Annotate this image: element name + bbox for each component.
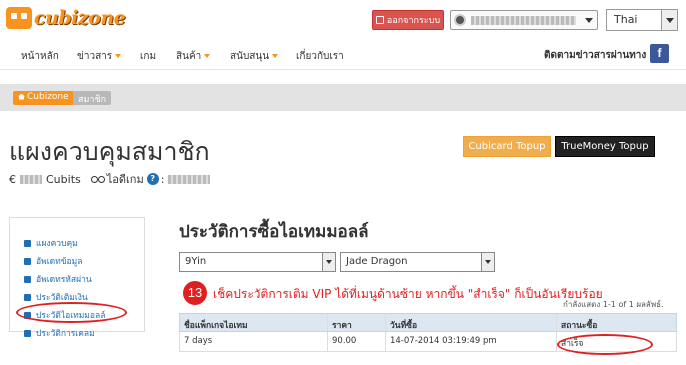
gift-icon — [24, 329, 31, 337]
euro-icon: € — [9, 172, 16, 186]
logo-text: cubizone — [34, 7, 126, 29]
chevron-down-icon — [585, 18, 593, 23]
section-title: ประวัติการซื้อไอเทมมอลล์ — [179, 222, 369, 242]
logout-icon — [375, 16, 384, 24]
column-header[interactable]: สถานะซื้อ — [557, 314, 676, 331]
cubits-label: Cubits — [46, 172, 81, 186]
game-select[interactable]: 9Yin — [179, 252, 336, 272]
edit-icon — [24, 257, 31, 265]
sidebar-item-label: อัพเดทรหัสผ่าน — [36, 275, 92, 285]
annotation-ellipse-status — [557, 334, 653, 355]
help-icon[interactable]: ? — [146, 173, 159, 185]
nav-item-about[interactable]: เกี่ยวกับเรา — [296, 49, 344, 64]
dropdown-caret-icon — [115, 54, 122, 58]
logout-button[interactable]: ออกจากระบบ — [372, 10, 444, 30]
header: cubizone ออกจากระบบ Thai — [0, 0, 686, 40]
home-icon — [24, 239, 31, 247]
separator: : — [160, 172, 165, 186]
sidebar-item-dashboard[interactable]: แผงควบคุม — [24, 236, 78, 250]
column-header[interactable]: วันที่ซื้อ — [386, 314, 557, 331]
page-title: แผงควบคุมสมาชิก — [9, 137, 210, 166]
column-header[interactable]: ชื่อแพ็กเกจไอเทม — [180, 314, 328, 331]
key-icon — [24, 275, 31, 283]
dropdown-caret-icon — [204, 54, 211, 58]
language-select[interactable]: Thai — [606, 9, 678, 31]
sidebar-item-update-password[interactable]: อัพเดทรหัสผ่าน — [24, 272, 92, 286]
nav-label: หน้าหลัก — [21, 51, 59, 62]
sidebar-item-update-info[interactable]: อัพเดทข้อมูล — [24, 254, 82, 268]
nav-item-support[interactable]: สนับสนุน — [230, 49, 279, 64]
masked-username — [471, 15, 576, 25]
cubizone-logo[interactable]: cubizone — [6, 7, 126, 29]
main-nav: หน้าหลัก ข่าวสาร เกม สินค้า สนับสนุน เกี… — [0, 40, 686, 70]
breadcrumb: Cubizone สมาชิก — [0, 84, 686, 111]
nav-label: เกม — [140, 51, 157, 62]
table-cell: 90.00 — [328, 332, 386, 351]
breadcrumb-home-label: Cubizone — [27, 92, 69, 102]
nav-label: สนับสนุน — [230, 51, 270, 62]
nav-label: สินค้า — [176, 51, 202, 62]
select-arrow-icon — [481, 253, 494, 271]
game-id-label: ไอดีเกม — [106, 173, 144, 186]
nav-item-home[interactable]: หน้าหลัก — [21, 49, 59, 64]
select-arrow-icon — [322, 253, 335, 271]
member-stats: € Cubits ไอดีเกม ? : — [9, 170, 211, 188]
sidebar-item-label: อัพเดทข้อมูล — [36, 257, 83, 267]
table-cell: 14-07-2014 03:19:49 pm — [386, 332, 557, 351]
masked-cubits-value — [20, 174, 42, 184]
dropdown-caret-icon — [272, 54, 279, 58]
home-icon — [18, 93, 25, 100]
nav-label: เกี่ยวกับเรา — [296, 51, 344, 62]
column-header[interactable]: ราคา — [328, 314, 386, 331]
server-select[interactable]: Jade Dragon — [340, 252, 495, 272]
annotation-ellipse-sidebar — [16, 302, 127, 323]
avatar-icon — [454, 14, 466, 26]
step-number-badge: 13 — [183, 281, 207, 305]
server-select-value: Jade Dragon — [346, 256, 408, 267]
language-value: Thai — [614, 13, 638, 26]
instruction-text: เช็คประวัติการเติม VIP ได้ที่เมนูด้านซ้า… — [213, 287, 603, 301]
table-header: ชื่อแพ็กเกจไอเทม ราคา วันที่ซื้อ สถานะซื… — [179, 313, 677, 332]
truemoney-topup-button[interactable]: TrueMoney Topup — [555, 136, 655, 157]
facebook-icon[interactable]: f — [650, 44, 669, 63]
sidebar-item-claim-history[interactable]: ประวัติการเคลม — [24, 326, 95, 340]
calendar-icon — [24, 293, 31, 301]
nav-item-games[interactable]: เกม — [140, 49, 156, 64]
breadcrumb-home[interactable]: Cubizone — [13, 91, 74, 105]
result-count: กำลังแสดง 1-1 of 1 ผลลัพธ์. — [563, 300, 664, 309]
breadcrumb-current: สมาชิก — [73, 91, 112, 105]
nav-item-products[interactable]: สินค้า — [176, 49, 211, 64]
nav-label: ข่าวสาร — [77, 51, 113, 62]
sidebar-item-label: แผงควบคุม — [36, 239, 78, 249]
table-cell: 7 days — [180, 332, 328, 351]
follow-text: ติดตามข่าวสารผ่านทาง — [544, 50, 647, 61]
account-dropdown[interactable] — [450, 10, 598, 30]
game-select-value: 9Yin — [185, 256, 207, 267]
cubicard-topup-button[interactable]: Cubicard Topup — [463, 136, 551, 157]
glasses-icon — [90, 176, 105, 183]
sidebar-item-label: ประวัติการเคลม — [36, 329, 95, 339]
nav-item-news[interactable]: ข่าวสาร — [77, 49, 122, 64]
masked-game-id — [168, 174, 211, 184]
logout-label: ออกจากระบบ — [386, 16, 441, 26]
logo-badge-icon — [6, 7, 32, 29]
select-arrow-icon — [661, 10, 677, 30]
